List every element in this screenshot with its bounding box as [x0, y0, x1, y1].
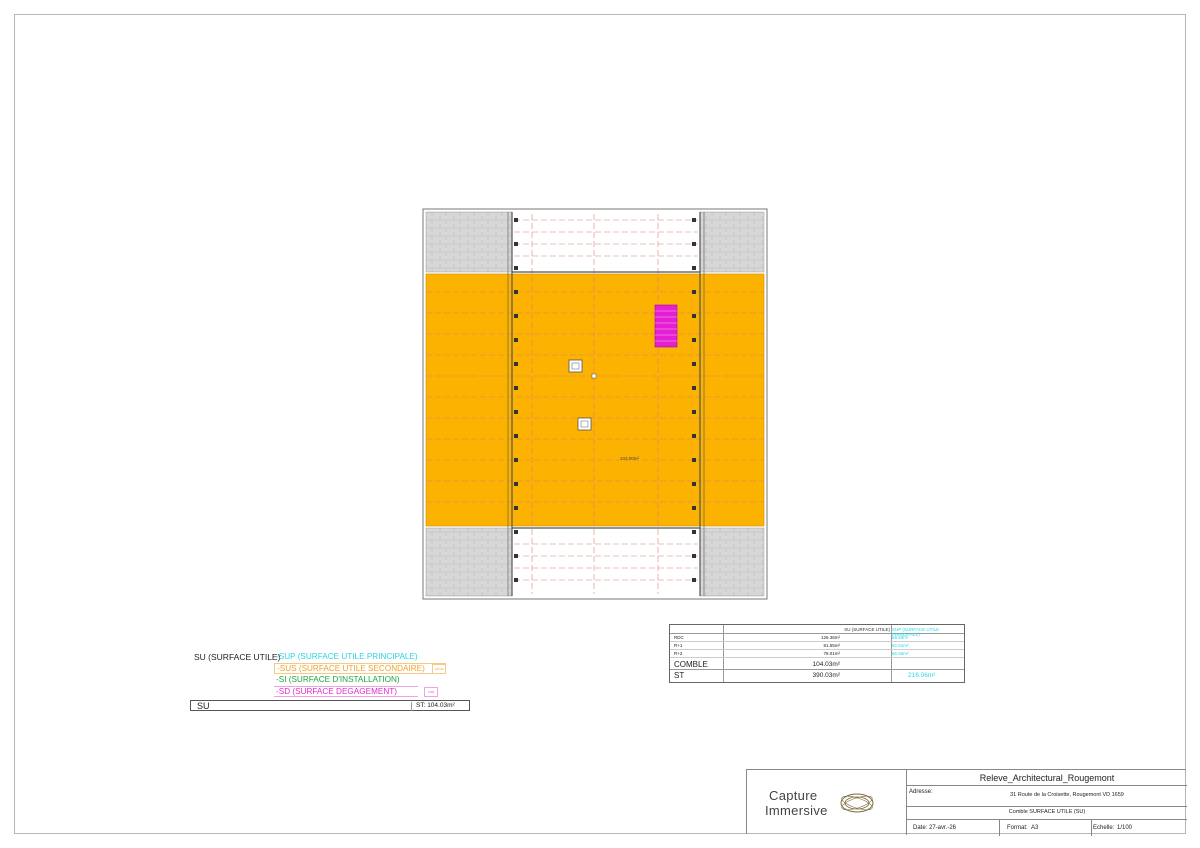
table-header: SU (SURFACE UTILE) SUP (SURFACE UTILE PR…: [670, 625, 964, 637]
legend-total-row: SU ST: 104.03m²: [190, 700, 470, 711]
address: 31 Route de la Croisette, Rougemont VD 1…: [1010, 792, 1124, 798]
wall-post: [692, 266, 696, 270]
wall-post: [514, 290, 518, 294]
area-label: 103.00m²: [620, 456, 640, 461]
legend-sd: -SD (SURFACE DEGAGEMENT): [274, 686, 418, 697]
logo-ring-icon: [840, 793, 874, 813]
wall-post: [514, 218, 518, 222]
masonry-top-left: [425, 211, 513, 273]
wall-post: [514, 314, 518, 318]
wall-post: [692, 218, 696, 222]
area-table: SU (SURFACE UTILE) SUP (SURFACE UTILE PR…: [669, 624, 965, 683]
project-name: Releve_Architectural_Rougemont: [907, 770, 1187, 786]
title-block: Capture Immersive Releve_Architectural_R…: [746, 769, 1187, 836]
table-row: RDC 126.36m² 68.50m²: [670, 634, 964, 642]
wall-post: [514, 530, 518, 534]
legend-sus: -SUS (SURFACE UTILE SECONDAIRE): [274, 663, 446, 674]
scale-label: Echelle:: [1093, 825, 1115, 831]
format-label: Format:: [1007, 825, 1028, 831]
post-marker: [591, 373, 597, 379]
legend-title: SU (SURFACE UTILE): [194, 652, 281, 662]
wall-post: [514, 434, 518, 438]
wall-post: [514, 578, 518, 582]
legend-total-value: ST: 104.03m²: [411, 702, 467, 711]
wall-post: [514, 362, 518, 366]
chimney-1: [568, 359, 583, 373]
wall-post: [692, 410, 696, 414]
date-label: Date:: [913, 825, 928, 831]
wall-post: [514, 458, 518, 462]
sd-stair-area: [654, 304, 678, 348]
scale-value: 1/100: [1117, 825, 1133, 831]
legend-sus-value: 103.00: [432, 664, 446, 674]
sheet-title: Comble SURFACE UTILE (SU): [907, 806, 1187, 819]
floor-plan: 103.00m²: [422, 208, 768, 600]
wall-post: [692, 482, 696, 486]
wall-post: [514, 266, 518, 270]
wall-post: [514, 338, 518, 342]
title-info: Releve_Architectural_Rougemont Adresse: …: [907, 770, 1187, 836]
date-value: 27-avr.-26: [929, 825, 957, 831]
wall-post: [692, 578, 696, 582]
wall-post: [692, 434, 696, 438]
wall-post: [514, 410, 518, 414]
wall-post: [692, 290, 696, 294]
wall-post: [692, 506, 696, 510]
company-logo: Capture Immersive: [747, 770, 907, 835]
wall-post: [514, 554, 518, 558]
wall-post: [692, 530, 696, 534]
legend-total-label: SU: [197, 701, 210, 711]
masonry-top-right: [699, 211, 765, 273]
masonry-bottom-left: [425, 527, 513, 597]
format-value: A3: [1031, 825, 1039, 831]
wall-post: [514, 482, 518, 486]
table-row-comble: COMBLE 104.03m²: [670, 660, 964, 670]
wall-post: [692, 242, 696, 246]
masonry-bottom-right: [699, 527, 765, 597]
legend-sd-value: 1.03: [424, 687, 438, 697]
legend-sup: -SUP (SURFACE UTILE PRINCIPALE): [276, 652, 418, 661]
table-row-total: ST 390.03m² 216.06m²: [674, 671, 936, 680]
legend-si: -SI (SURFACE D'INSTALLATION): [276, 675, 400, 684]
header-su: SU (SURFACE UTILE): [844, 627, 890, 632]
wall-post: [692, 386, 696, 390]
wall-post: [514, 386, 518, 390]
wall-post: [514, 242, 518, 246]
table-row: R+2 78.01m² 66.55m²: [670, 650, 964, 658]
wall-post: [692, 362, 696, 366]
wall-post: [692, 458, 696, 462]
chimney-2: [577, 417, 592, 431]
table-row: R+1 81.55m² 82.01m²: [670, 642, 964, 650]
wall-post: [692, 338, 696, 342]
wall-post: [692, 554, 696, 558]
sheet-meta: Date: 27-avr.-26 Format: A3 Echelle: 1/1…: [907, 819, 1187, 836]
wall-post: [692, 314, 696, 318]
su-area: [425, 273, 765, 527]
plan-drawing: 103.00m²: [422, 208, 768, 600]
wall-post: [514, 506, 518, 510]
legend: SU (SURFACE UTILE) -SUP (SURFACE UTILE P…: [190, 652, 470, 712]
